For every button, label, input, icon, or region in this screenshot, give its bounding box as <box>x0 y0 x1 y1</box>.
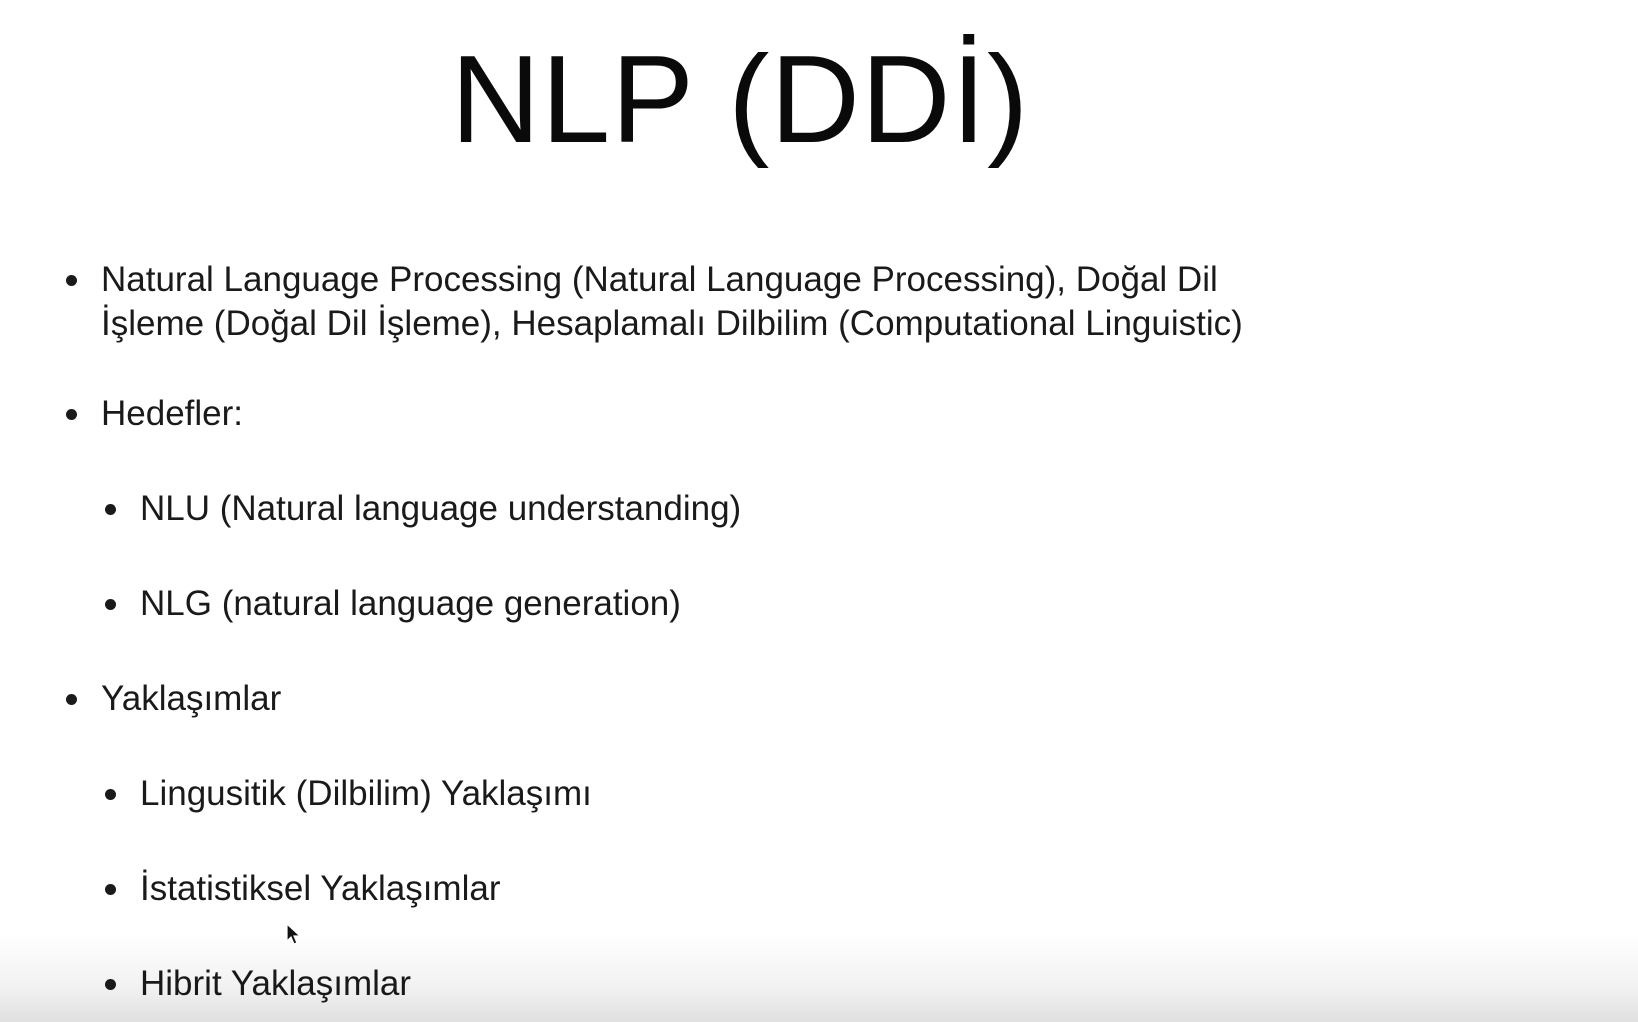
bullet-text: Lingusitik (Dilbilim) Yaklaşımı <box>140 774 592 813</box>
bullet-item-linguistic: Lingusitik (Dilbilim) Yaklaşımı <box>105 772 592 816</box>
bullet-dot-icon <box>105 599 116 610</box>
bullet-item-nlg: NLG (natural language generation) <box>105 582 681 626</box>
bullet-dot-icon <box>105 504 116 515</box>
bullet-text: NLG (natural language generation) <box>140 584 681 623</box>
bullet-item-nlu: NLU (Natural language understanding) <box>105 487 742 531</box>
bullet-text: Yaklaşımlar <box>101 679 282 718</box>
bullet-dot-icon <box>66 275 77 286</box>
bullet-text-line-1: Natural Language Processing (Natural Lan… <box>101 260 1218 299</box>
bullet-text-line-2: İşleme (Doğal Dil İşleme), Hesaplamalı D… <box>101 304 1243 343</box>
bullet-dot-icon <box>105 884 116 895</box>
bullet-dot-icon <box>66 409 77 420</box>
bullet-text: NLU (Natural language understanding) <box>140 489 742 528</box>
bullet-item-statistical: İstatistiksel Yaklaşımlar <box>105 867 501 911</box>
bullet-text: Hibrit Yaklaşımlar <box>140 964 411 1003</box>
bullet-text: Hedefler: <box>101 394 244 433</box>
bullet-dot-icon <box>66 694 77 705</box>
bullet-text: İstatistiksel Yaklaşımlar <box>140 869 501 908</box>
bullet-item-hybrid: Hibrit Yaklaşımlar <box>105 962 411 1006</box>
bullet-item-nlp-definition: Natural Language Processing (Natural Lan… <box>66 258 1243 346</box>
bullet-item-goals: Hedefler: <box>66 392 244 436</box>
bullet-dot-icon <box>105 979 116 990</box>
slide-title: NLP (DDİ) <box>450 31 1030 169</box>
slide: NLP (DDİ) Natural Language Processing (N… <box>0 0 1638 1022</box>
bullet-dot-icon <box>105 789 116 800</box>
bullet-item-approaches: Yaklaşımlar <box>66 677 282 721</box>
